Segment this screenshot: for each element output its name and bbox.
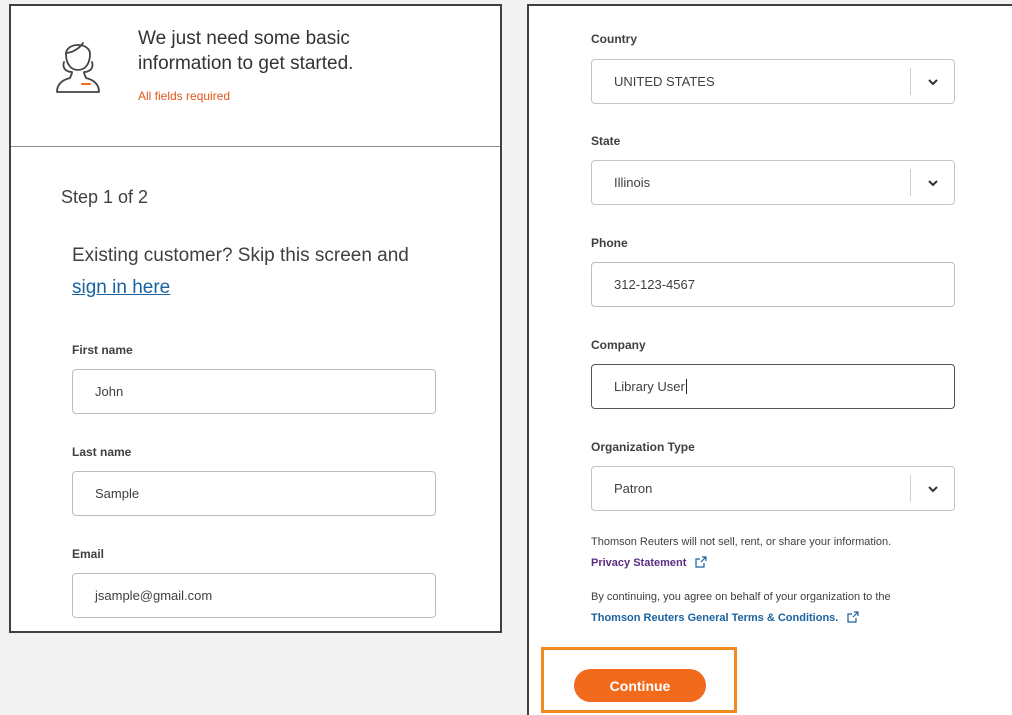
state-value: Illinois	[614, 175, 651, 190]
terms-label: Thomson Reuters General Terms & Conditio…	[591, 612, 839, 624]
existing-customer-prompt: Existing customer? Skip this screen and	[72, 245, 409, 266]
last-name-label: Last name	[72, 445, 132, 459]
company-label: Company	[591, 338, 646, 352]
form-header: We just need some basic information to g…	[11, 6, 500, 147]
external-link-icon	[847, 611, 860, 623]
header-title: We just need some basic information to g…	[138, 28, 354, 74]
phone-label: Phone	[591, 236, 628, 250]
terms-link[interactable]: Thomson Reuters General Terms & Conditio…	[591, 611, 860, 624]
country-label: Country	[591, 32, 637, 46]
select-divider	[910, 169, 911, 196]
organization-type-value: Patron	[614, 481, 653, 496]
select-divider	[910, 68, 911, 95]
chevron-down-icon	[928, 179, 938, 186]
email-field[interactable]: jsample@gmail.com	[72, 573, 436, 618]
privacy-statement-label: Privacy Statement	[591, 557, 687, 569]
country-value: UNITED STATES	[614, 74, 715, 89]
step-indicator: Step 1 of 2	[61, 187, 149, 207]
first-name-field[interactable]: John	[72, 369, 436, 414]
organization-type-select[interactable]: Patron	[591, 466, 955, 511]
country-select[interactable]: UNITED STATES	[591, 59, 955, 104]
select-divider	[910, 475, 911, 502]
text-cursor	[685, 379, 687, 394]
first-name-label: First name	[72, 343, 133, 357]
external-link-icon	[695, 556, 708, 568]
person-icon	[56, 42, 100, 93]
privacy-statement-link[interactable]: Privacy Statement	[591, 556, 708, 569]
last-name-field[interactable]: Sample	[72, 471, 436, 516]
privacy-note: Thomson Reuters will not sell, rent, or …	[591, 536, 892, 548]
required-note: All fields required	[138, 89, 231, 103]
email-label: Email	[72, 547, 105, 561]
state-label: State	[591, 134, 621, 148]
phone-field[interactable]: 312-123-4567	[591, 262, 955, 307]
company-value: Library User	[614, 379, 685, 394]
continue-button[interactable]: Continue	[574, 669, 706, 702]
organization-type-label: Organization Type	[591, 440, 695, 454]
phone-value: 312-123-4567	[614, 277, 695, 292]
left-panel: We just need some basic information to g…	[9, 4, 502, 633]
email-value: jsample@gmail.com	[95, 588, 213, 603]
existing-customer-text: Existing customer? Skip this screen and …	[72, 240, 472, 304]
last-name-value: Sample	[95, 486, 140, 501]
state-select[interactable]: Illinois	[591, 160, 955, 205]
first-name-value: John	[95, 384, 124, 399]
chevron-down-icon	[928, 485, 938, 492]
right-panel: Country UNITED STATES State Illinois Pho…	[527, 4, 1012, 715]
sign-in-link[interactable]: sign in here	[72, 277, 170, 298]
company-field[interactable]: Library User	[591, 364, 955, 409]
terms-note: By continuing, you agree on behalf of yo…	[591, 591, 891, 603]
chevron-down-icon	[928, 78, 938, 85]
